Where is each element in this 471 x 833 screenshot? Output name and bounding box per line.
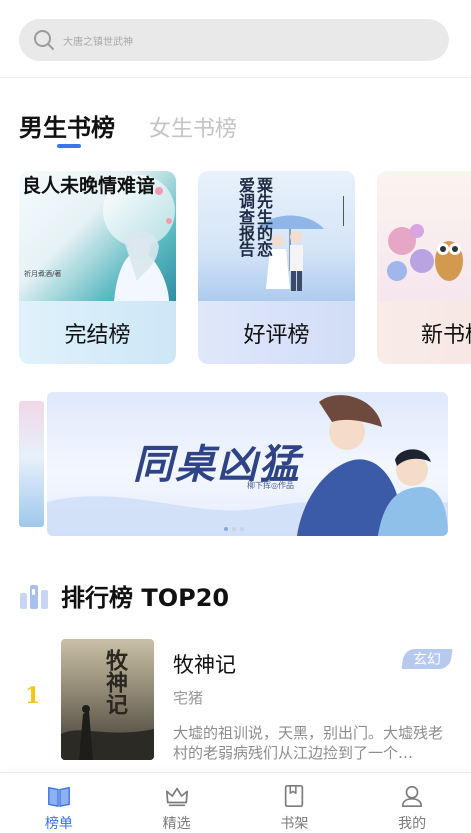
rank-card-completed[interactable]: 良人未晚情难谙 祈月煮酒/著 完结榜	[19, 171, 176, 364]
rank-card-label: 好评榜	[243, 322, 310, 348]
banner-subtitle: 柳下挥◎作品	[247, 481, 294, 490]
cover-author: 祈月煮酒/著	[24, 270, 62, 278]
book-description: 大墟的祖训说，天黑，别出门。大墟残老村的老弱病残们从江边捡到了一个…	[173, 724, 444, 762]
ranking-icon	[20, 584, 48, 609]
tab-male-rank[interactable]: 男生书榜	[19, 108, 115, 148]
carousel-dots	[224, 527, 244, 531]
rank-card-label-box: 完结榜	[19, 301, 176, 364]
rank-card-cover: 粟先生的恋爱调查报告	[198, 171, 355, 301]
nav-label: 我的	[398, 816, 427, 832]
rank-card-cover	[377, 171, 471, 301]
nav-label: 精选	[162, 816, 191, 832]
gender-tabs: 男生书榜 女生书榜	[19, 108, 237, 148]
user-icon	[402, 785, 423, 808]
bottom-nav: 榜单 精选 书架 我的	[0, 772, 471, 833]
nav-item-profile[interactable]: 我的	[353, 773, 471, 833]
tab-female-rank[interactable]: 女生书榜	[149, 111, 237, 143]
nav-item-rankings[interactable]: 榜单	[0, 773, 118, 833]
ranking-book-item[interactable]: 1 牧神记 牧神记 玄幻 宅猪 大墟的祖训说，天黑，别出门。大墟残老村的老弱病残…	[0, 639, 471, 764]
banner-carousel[interactable]: 同桌凶猛 柳下挥◎作品	[47, 392, 448, 536]
tab-male-rank-label: 男生书榜	[19, 114, 115, 142]
rank-card-label: 完结榜	[64, 322, 131, 348]
cover-title: 粟先生的恋爱调查报告	[236, 177, 273, 257]
tab-female-rank-label: 女生书榜	[149, 117, 238, 142]
rank-category-cards: 良人未晚情难谙 祈月煮酒/著 完结榜 粟先生的恋爱调查报告 好评榜 新书	[19, 171, 471, 364]
nav-item-featured[interactable]: 精选	[118, 773, 236, 833]
rank-number: 1	[25, 683, 41, 709]
cover-title: 良人未晚情难谙	[22, 175, 156, 197]
ranking-header: 排行榜 TOP20	[19, 578, 229, 613]
search-input[interactable]: 大唐之镇世武神	[19, 19, 449, 61]
carousel-dot	[240, 527, 244, 531]
search-icon	[34, 30, 54, 50]
nav-item-bookshelf[interactable]: 书架	[236, 773, 354, 833]
search-header: 大唐之镇世武神	[0, 0, 471, 78]
tab-active-indicator	[57, 144, 81, 148]
bookshelf-icon	[285, 784, 304, 808]
rank-card-label: 新书榜	[421, 322, 471, 348]
rank-card-good-reviews[interactable]: 粟先生的恋爱调查报告 好评榜	[198, 171, 355, 364]
nav-label: 榜单	[44, 816, 73, 832]
rank-card-label-box: 新书榜	[377, 301, 471, 364]
genre-badge: 玄幻	[401, 649, 453, 669]
ranking-title: 排行榜 TOP20	[61, 584, 230, 612]
search-placeholder: 大唐之镇世武神	[63, 36, 133, 48]
carousel-dot-active	[224, 527, 228, 531]
book-cover: 牧神记	[61, 639, 154, 760]
rank-card-new-books[interactable]: 新书榜	[377, 171, 471, 364]
rank-card-label-box: 好评榜	[198, 301, 355, 364]
book-cover-title: 牧神记	[102, 649, 128, 715]
banner-prev-peek[interactable]	[19, 401, 44, 527]
cover-art	[387, 224, 463, 281]
nav-label: 书架	[280, 816, 309, 832]
book-author: 宅猪	[173, 689, 204, 707]
carousel-dot	[232, 527, 236, 531]
rank-card-cover: 良人未晚情难谙 祈月煮酒/著	[19, 171, 176, 301]
genre-badge-label: 玄幻	[413, 652, 441, 668]
book-open-icon	[47, 786, 70, 807]
book-title: 牧神记	[173, 653, 236, 677]
crown-icon	[165, 787, 188, 807]
